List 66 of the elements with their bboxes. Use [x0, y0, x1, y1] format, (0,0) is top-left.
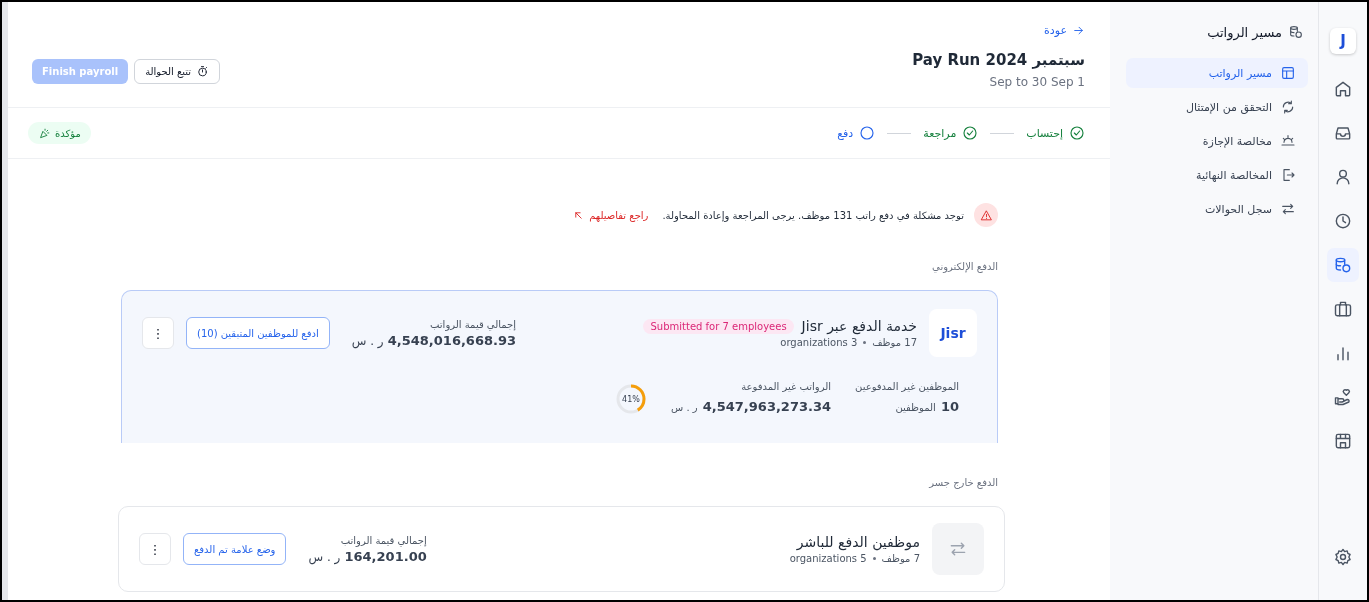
progress-ring: 41%: [615, 383, 648, 415]
unit-label: الموظفين: [895, 402, 936, 413]
unpaid-salaries-value: 4,547,963,273.34: [702, 399, 832, 414]
warning-icon: [974, 203, 998, 227]
store-icon: [1333, 431, 1353, 451]
pay-button[interactable]: ادفع للموظفين المتبقين (10): [186, 317, 330, 349]
total-amount: 164,201.00: [344, 548, 427, 564]
provider-logo: Jisr: [929, 309, 977, 357]
unpaid-salaries-label: الرواتب غير المدفوعة: [740, 381, 832, 392]
card-title: موظفين الدفع للباشر: [796, 534, 920, 550]
circle-icon: [859, 125, 876, 141]
step: دفع: [837, 125, 876, 141]
hand-icon: [1333, 387, 1353, 407]
sidebar-item[interactable]: المخالصة النهائية: [1126, 160, 1308, 190]
status-badge: مؤكدة: [28, 122, 91, 144]
total-amount: 4,548,016,668.93: [387, 332, 517, 348]
employee-count: 17 موظف: [872, 337, 917, 348]
coins-icon: [1288, 24, 1304, 40]
party-icon: [38, 126, 51, 140]
app-logo[interactable]: J: [1330, 28, 1356, 54]
swap-icon: [1280, 201, 1296, 217]
arrow-icon: [1072, 24, 1085, 37]
nav-button[interactable]: [1327, 248, 1359, 282]
card-title: خدمة الدفع عبر Jisr: [801, 318, 917, 334]
currency: ر . س: [351, 333, 384, 348]
organization-count: organizations 3: [780, 337, 858, 348]
sidebar-item[interactable]: التحقق من الإمتثال: [1126, 92, 1308, 122]
sidebar-item[interactable]: مسير الرواتب: [1126, 58, 1308, 88]
status-badge: Submitted for 7 employees: [643, 318, 794, 334]
home-icon: [1333, 79, 1353, 99]
step: إحتساب: [1026, 125, 1085, 141]
payroll-icon: [1333, 255, 1353, 275]
track-button[interactable]: تتبع الحوالة: [134, 59, 221, 84]
unpaid-employees-value: 10: [940, 399, 959, 414]
swap-icon: [932, 523, 984, 575]
total-label: إجمالي قيمة الرواتب: [429, 318, 517, 330]
organization-count: organizations 5: [789, 553, 867, 564]
sidebar-title: مسير الرواتب: [1207, 24, 1282, 40]
total-label: إجمالي قيمة الرواتب: [339, 534, 427, 546]
check-circle-icon: [1069, 125, 1085, 141]
period-text: Sep to 30 Sep 1: [988, 75, 1085, 89]
exit-icon: [1280, 167, 1296, 183]
back-link[interactable]: عودة: [912, 24, 1085, 37]
sidebar-item[interactable]: سجل الحوالات: [1126, 194, 1308, 224]
briefcase-icon: [1333, 299, 1353, 319]
refresh-icon: [1280, 99, 1296, 115]
settings-icon: [1333, 547, 1353, 567]
check-circle-icon: [962, 125, 979, 141]
employee-count: 7 موظف: [881, 553, 920, 564]
sidebar-item[interactable]: مخالصة الإجازة: [1126, 126, 1308, 156]
more-button[interactable]: ⋮: [142, 317, 174, 349]
section-heading: الدفع الإلكتروني: [931, 261, 998, 272]
page-title: سبتمبر Pay Run 2024: [912, 51, 1085, 69]
step: مراجعة: [923, 125, 979, 141]
alert-message: توجد مشكلة في دفع راتب 131 موظف. يرجى المراجعة وإعادة المحاولة.: [662, 209, 964, 221]
unpaid-employees-label: الموظفين غير المدفوعين: [855, 381, 959, 392]
section-heading: الدفع خارج جسر: [927, 477, 998, 488]
more-button[interactable]: ⋮: [139, 533, 171, 565]
sunset-icon: [1280, 133, 1296, 149]
currency: ر . س: [308, 549, 341, 564]
clock-icon: [1333, 211, 1353, 231]
table-icon: [1280, 65, 1296, 81]
review-link[interactable]: راجع تفاصيلهم: [572, 208, 649, 222]
pay-button[interactable]: وضع علامة تم الدفع: [183, 533, 287, 565]
stopwatch-icon: [196, 65, 210, 78]
currency: ر . س: [671, 402, 698, 413]
